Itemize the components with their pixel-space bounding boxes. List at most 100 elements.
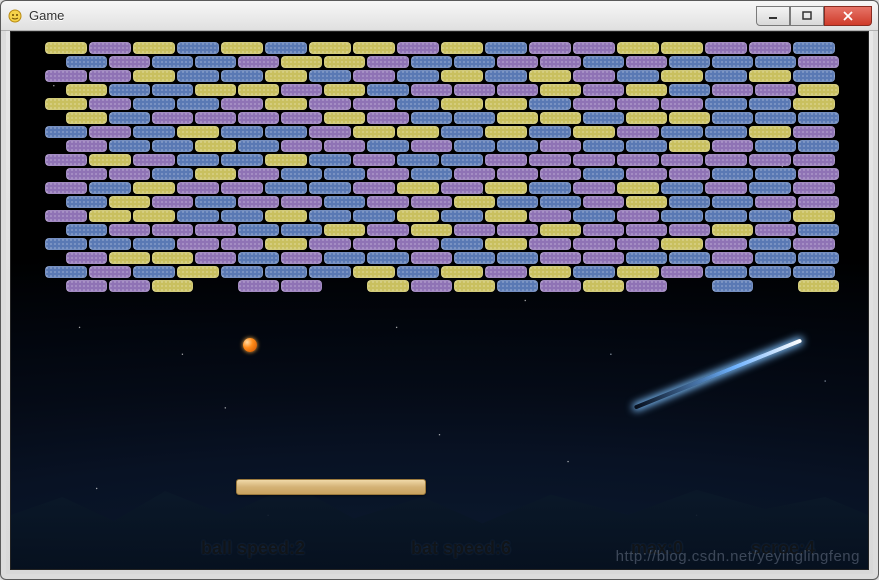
brick bbox=[626, 84, 667, 96]
brick bbox=[221, 154, 263, 166]
brick bbox=[133, 238, 175, 250]
brick bbox=[617, 154, 659, 166]
brick bbox=[309, 126, 351, 138]
brick bbox=[177, 154, 219, 166]
brick bbox=[573, 154, 615, 166]
brick bbox=[324, 168, 365, 180]
brick bbox=[497, 196, 538, 208]
brick-row bbox=[45, 42, 839, 54]
brick bbox=[749, 42, 791, 54]
brick bbox=[755, 84, 796, 96]
brick-row bbox=[66, 280, 839, 292]
brick bbox=[529, 126, 571, 138]
brick bbox=[798, 84, 839, 96]
brick-row bbox=[45, 266, 839, 278]
brick bbox=[749, 182, 791, 194]
brick bbox=[617, 70, 659, 82]
brick bbox=[89, 70, 131, 82]
brick bbox=[367, 280, 408, 292]
brick bbox=[265, 42, 307, 54]
brick bbox=[669, 224, 710, 236]
brick bbox=[485, 70, 527, 82]
brick bbox=[281, 168, 322, 180]
brick bbox=[133, 42, 175, 54]
close-button[interactable] bbox=[824, 6, 872, 26]
brick bbox=[529, 154, 571, 166]
brick bbox=[583, 280, 624, 292]
brick bbox=[152, 168, 193, 180]
brick bbox=[309, 70, 351, 82]
brick-row bbox=[66, 56, 839, 68]
brick bbox=[265, 210, 307, 222]
brick bbox=[485, 182, 527, 194]
brick-row bbox=[45, 98, 839, 110]
brick bbox=[195, 168, 236, 180]
brick bbox=[573, 70, 615, 82]
brick bbox=[45, 266, 87, 278]
brick bbox=[324, 112, 365, 124]
brick bbox=[309, 182, 351, 194]
brick bbox=[367, 140, 408, 152]
brick bbox=[265, 266, 307, 278]
brick bbox=[705, 70, 747, 82]
brick bbox=[309, 98, 351, 110]
brick bbox=[45, 98, 87, 110]
brick bbox=[454, 224, 495, 236]
brick bbox=[661, 70, 703, 82]
brick bbox=[749, 70, 791, 82]
brick bbox=[793, 154, 835, 166]
brick bbox=[281, 224, 322, 236]
brick bbox=[309, 154, 351, 166]
brick bbox=[583, 196, 624, 208]
ball bbox=[243, 338, 257, 352]
brick bbox=[497, 168, 538, 180]
brick bbox=[45, 70, 87, 82]
maximize-button[interactable] bbox=[790, 6, 824, 26]
brick bbox=[66, 112, 107, 124]
brick bbox=[454, 196, 495, 208]
brick bbox=[661, 182, 703, 194]
brick bbox=[45, 42, 87, 54]
brick bbox=[281, 84, 322, 96]
minimize-button[interactable] bbox=[756, 6, 790, 26]
brick bbox=[573, 210, 615, 222]
brick bbox=[238, 168, 279, 180]
brick bbox=[195, 112, 236, 124]
brick bbox=[705, 238, 747, 250]
brick bbox=[583, 112, 624, 124]
titlebar[interactable]: Game bbox=[1, 1, 878, 31]
brick bbox=[529, 210, 571, 222]
brick bbox=[265, 126, 307, 138]
paddle[interactable] bbox=[236, 479, 426, 495]
brick bbox=[397, 154, 439, 166]
status-ball-speed: ball speed:2 bbox=[201, 538, 305, 559]
brick bbox=[367, 112, 408, 124]
brick bbox=[152, 224, 193, 236]
brick bbox=[265, 154, 307, 166]
brick bbox=[353, 238, 395, 250]
brick bbox=[195, 56, 236, 68]
window-title: Game bbox=[29, 8, 756, 23]
brick bbox=[89, 154, 131, 166]
brick bbox=[309, 42, 351, 54]
game-canvas[interactable]: ball speed:2 bat speed:6 max:0 scroe:4 h… bbox=[10, 31, 869, 570]
brick bbox=[617, 42, 659, 54]
brick bbox=[238, 112, 279, 124]
brick bbox=[109, 224, 150, 236]
brick bbox=[152, 56, 193, 68]
brick bbox=[441, 98, 483, 110]
brick bbox=[798, 252, 839, 264]
brick bbox=[66, 168, 107, 180]
brick bbox=[177, 98, 219, 110]
brick bbox=[195, 140, 236, 152]
brick bbox=[45, 210, 87, 222]
brick bbox=[798, 280, 839, 292]
brick bbox=[133, 210, 175, 222]
brick bbox=[669, 56, 710, 68]
brick bbox=[617, 266, 659, 278]
brick bbox=[798, 196, 839, 208]
brick bbox=[353, 98, 395, 110]
brick bbox=[705, 42, 747, 54]
brick bbox=[397, 42, 439, 54]
brick bbox=[109, 168, 150, 180]
